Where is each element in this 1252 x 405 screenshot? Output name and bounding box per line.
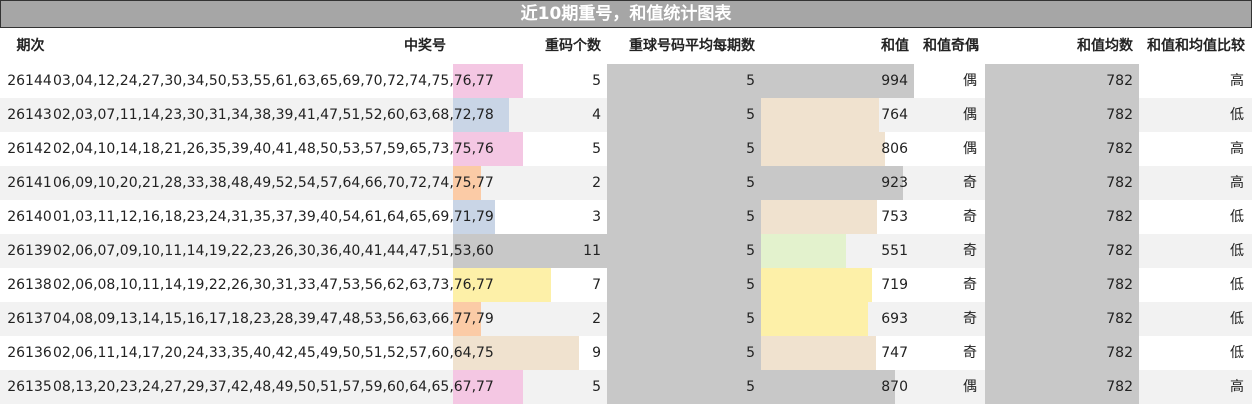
parity-cell: 奇 [963,209,977,225]
avg-repeat-cell: 5 [746,107,755,123]
issue-cell: 26143 [7,107,52,123]
header-parity: 和值奇偶 [923,38,979,54]
header-sum: 和值 [881,38,909,54]
repeat-count-cell: 7 [592,277,601,293]
sum-avg-cell: 782 [1106,311,1133,327]
avg-repeat-cell: 5 [746,311,755,327]
sum-cell: 693 [881,311,908,327]
numbers-cell: 02,06,07,09,10,11,14,19,22,23,26,30,36,4… [53,243,494,259]
compare-cell: 低 [1230,277,1244,293]
compare-cell: 低 [1230,107,1244,123]
avg-repeat-cell: 5 [746,277,755,293]
sum-cell: 753 [881,209,908,225]
header-sum-avg: 和值均数 [1077,38,1133,54]
issue-cell: 26140 [7,209,52,225]
repeat-count-cell: 2 [592,311,601,327]
header-avg-repeat: 重球号码平均每期数 [629,38,755,54]
repeat-count-cell: 5 [592,379,601,395]
issue-cell: 26136 [7,345,52,361]
compare-cell: 低 [1230,209,1244,225]
compare-cell: 高 [1230,379,1244,395]
sum-cell: 764 [881,107,908,123]
compare-cell: 低 [1230,345,1244,361]
repeat-count-cell: 3 [592,209,601,225]
header-numbers: 中奖号 [404,38,446,54]
avg-repeat-cell: 5 [746,209,755,225]
avg-repeat-cell: 5 [746,345,755,361]
parity-cell: 奇 [963,311,977,327]
sum-cell: 994 [881,73,908,89]
sum-cell: 747 [881,345,908,361]
parity-cell: 偶 [963,141,977,157]
sum-cell: 870 [881,379,908,395]
repeat-count-cell: 5 [592,141,601,157]
table-row: 26140 01,03,11,12,16,18,23,24,31,35,37,39… [0,200,1252,234]
parity-cell: 奇 [963,277,977,293]
repeat-count-cell: 11 [583,243,601,259]
issue-cell: 26141 [7,175,52,191]
numbers-cell: 03,04,12,24,27,30,34,50,53,55,61,63,65,6… [53,73,494,89]
table-row: 26136 02,06,11,14,17,20,24,33,35,40,42,45… [0,336,1252,370]
compare-cell: 高 [1230,175,1244,191]
compare-cell: 低 [1230,311,1244,327]
numbers-cell: 08,13,20,23,24,27,29,37,42,48,49,50,51,5… [53,379,494,395]
parity-cell: 偶 [963,379,977,395]
table-row: 26144 03,04,12,24,27,30,34,50,53,55,61,63… [0,64,1252,98]
sum-avg-cell: 782 [1106,243,1133,259]
sum-avg-cell: 782 [1106,209,1133,225]
table-row: 26142 02,04,10,14,18,21,26,35,39,40,41,48… [0,132,1252,166]
avg-repeat-cell: 5 [746,141,755,157]
sum-avg-cell: 782 [1106,73,1133,89]
repeat-count-cell: 4 [592,107,601,123]
issue-cell: 26135 [7,379,52,395]
sum-avg-cell: 782 [1106,277,1133,293]
numbers-cell: 04,08,09,13,14,15,16,17,18,23,28,39,47,4… [53,311,494,327]
header-repeat-count: 重码个数 [545,38,601,54]
compare-cell: 高 [1230,73,1244,89]
parity-cell: 奇 [963,345,977,361]
parity-cell: 偶 [963,73,977,89]
sum-cell: 806 [881,141,908,157]
issue-cell: 26139 [7,243,52,259]
parity-cell: 偶 [963,107,977,123]
compare-cell: 高 [1230,141,1244,157]
table-row: 26137 04,08,09,13,14,15,16,17,18,23,28,39… [0,302,1252,336]
issue-cell: 26137 [7,311,52,327]
chart-title: 近10期重号，和值统计图表 [0,0,1252,28]
sum-avg-cell: 782 [1106,175,1133,191]
sum-avg-cell: 782 [1106,107,1133,123]
sum-cell: 551 [881,243,908,259]
table-row: 26143 02,03,07,11,14,23,30,31,34,38,39,41… [0,98,1252,132]
numbers-cell: 01,03,11,12,16,18,23,24,31,35,37,39,40,5… [53,209,494,225]
sum-cell: 923 [881,175,908,191]
numbers-cell: 02,03,07,11,14,23,30,31,34,38,39,41,47,5… [53,107,494,123]
compare-cell: 低 [1230,243,1244,259]
header-issue: 期次 [16,38,45,54]
sum-avg-cell: 782 [1106,379,1133,395]
repeat-count-cell: 5 [592,73,601,89]
table-row: 26141 06,09,10,20,21,28,33,38,48,49,52,54… [0,166,1252,200]
parity-cell: 奇 [963,243,977,259]
sum-avg-cell: 782 [1106,141,1133,157]
repeat-count-cell: 9 [592,345,601,361]
table-row: 26135 08,13,20,23,24,27,29,37,42,48,49,50… [0,370,1252,404]
table-row: 26138 02,06,08,10,11,14,19,22,26,30,31,33… [0,268,1252,302]
sum-cell: 719 [881,277,908,293]
parity-cell: 奇 [963,175,977,191]
issue-cell: 26144 [7,73,52,89]
numbers-cell: 06,09,10,20,21,28,33,38,48,49,52,54,57,6… [53,175,494,191]
avg-repeat-cell: 5 [746,73,755,89]
table-row: 26139 02,06,07,09,10,11,14,19,22,23,26,30… [0,234,1252,268]
avg-repeat-cell: 5 [746,175,755,191]
avg-repeat-cell: 5 [746,379,755,395]
repeat-count-cell: 2 [592,175,601,191]
sum-avg-cell: 782 [1106,345,1133,361]
header-compare: 和值和均值比较 [1147,38,1245,54]
issue-cell: 26142 [7,141,52,157]
numbers-cell: 02,06,11,14,17,20,24,33,35,40,42,45,49,5… [53,345,494,361]
numbers-cell: 02,04,10,14,18,21,26,35,39,40,41,48,50,5… [53,141,494,157]
numbers-cell: 02,06,08,10,11,14,19,22,26,30,31,33,47,5… [53,277,494,293]
issue-cell: 26138 [7,277,52,293]
avg-repeat-cell: 5 [746,243,755,259]
